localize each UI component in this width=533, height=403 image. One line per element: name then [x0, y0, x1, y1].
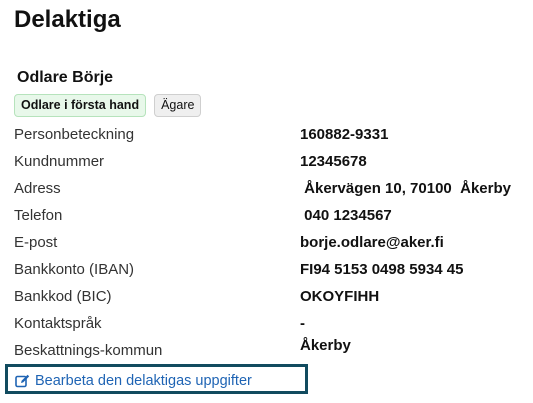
edit-link-label: Bearbeta den delaktigas uppgifter: [35, 373, 252, 389]
edit-icon: [15, 374, 30, 388]
detail-row-email: E-post borje.odlare@aker.fi: [14, 234, 524, 258]
edit-link-focus-ring: Bearbeta den delaktigas uppgifter: [5, 364, 308, 394]
edit-participant-link[interactable]: Bearbeta den delaktigas uppgifter: [15, 373, 252, 389]
detail-value: 12345678: [300, 153, 367, 170]
role-badge-primary: Odlare i första hand: [14, 94, 147, 117]
role-badge-owner: Ägare: [154, 94, 202, 117]
detail-row-contact-language: Kontaktspråk -: [14, 315, 524, 339]
detail-label: Personbeteckning: [14, 126, 135, 143]
detail-label: E-post: [14, 234, 58, 251]
detail-row-customer-number: Kundnummer 12345678: [14, 153, 524, 177]
detail-value: 160882-9331: [300, 126, 389, 143]
detail-row-phone: Telefon 040 1234567: [14, 207, 524, 231]
detail-value: 040 1234567: [300, 207, 392, 224]
detail-value: FI94 5153 0498 5934 45: [300, 261, 464, 278]
page-title: Delaktiga: [14, 6, 121, 33]
detail-label: Bankkonto (IBAN): [14, 261, 135, 278]
detail-value: borje.odlare@aker.fi: [300, 234, 444, 251]
detail-row-bic: Bankkod (BIC) OKOYFIHH: [14, 288, 524, 312]
detail-value: Åkervägen 10, 70100 Åkerby: [300, 180, 511, 197]
detail-value: OKOYFIHH: [300, 288, 380, 305]
detail-row-address: Adress Åkervägen 10, 70100 Åkerby: [14, 180, 524, 204]
detail-row-tax-municipality: Beskattnings-kommun Åkerby: [14, 337, 524, 363]
detail-label: Adress: [14, 180, 61, 197]
detail-label: Telefon: [14, 207, 63, 224]
person-name: Odlare Börje: [17, 69, 114, 86]
detail-label: Kontaktspråk: [14, 315, 102, 332]
detail-label: Bankkod (BIC): [14, 288, 112, 305]
role-badges: Odlare i första hand Ägare: [14, 94, 202, 117]
detail-label: Kundnummer: [14, 153, 105, 170]
detail-label: Beskattnings-kommun: [14, 342, 163, 359]
detail-row-iban: Bankkonto (IBAN) FI94 5153 0498 5934 45: [14, 261, 524, 285]
detail-value: -: [300, 315, 305, 332]
detail-row-personal-id: Personbeteckning 160882-9331: [14, 126, 524, 150]
detail-value: Åkerby: [300, 337, 351, 354]
